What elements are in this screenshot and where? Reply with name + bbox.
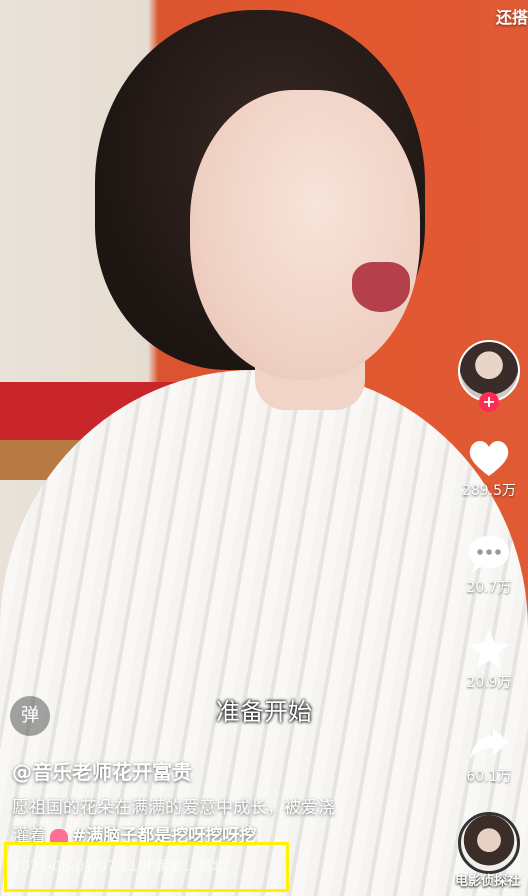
share-icon xyxy=(470,728,509,760)
follow-button[interactable]: + xyxy=(479,392,499,412)
comment-count: 20.7万 xyxy=(466,580,512,596)
watermark: 电影侦探社 xyxy=(454,874,520,889)
post-meta: 2023-05-01 07:11 IP属地：湖北 xyxy=(12,856,225,876)
comment-button[interactable]: 20.7万 xyxy=(458,533,520,597)
ip-location: IP属地：湖北 xyxy=(142,859,226,875)
favorite-count: 20.9万 xyxy=(466,675,512,691)
video-subtitle: 准备开始 xyxy=(216,698,312,726)
person-face xyxy=(190,90,420,380)
share-count: 60.1万 xyxy=(466,769,512,785)
person-mouth xyxy=(352,262,410,312)
like-button[interactable]: 289.5万 xyxy=(458,438,520,500)
heart-emoji-icon xyxy=(50,829,68,843)
favorite-button[interactable]: 20.9万 xyxy=(458,628,520,692)
top-right-label[interactable]: 还搭 xyxy=(496,4,528,28)
music-disc[interactable] xyxy=(458,812,520,874)
heart-icon xyxy=(469,441,509,476)
author-name[interactable]: @音乐老师花开富贵 xyxy=(12,756,192,785)
share-button[interactable]: 60.1万 xyxy=(458,724,520,786)
description-line-1: 愿祖国的花朵在满满的爱意中成长，被爱浇 xyxy=(12,798,335,818)
comment-icon xyxy=(469,536,509,572)
star-icon xyxy=(469,630,509,668)
post-timestamp: 2023-05-01 07:11 xyxy=(12,859,139,875)
like-count: 289.5万 xyxy=(461,483,517,499)
